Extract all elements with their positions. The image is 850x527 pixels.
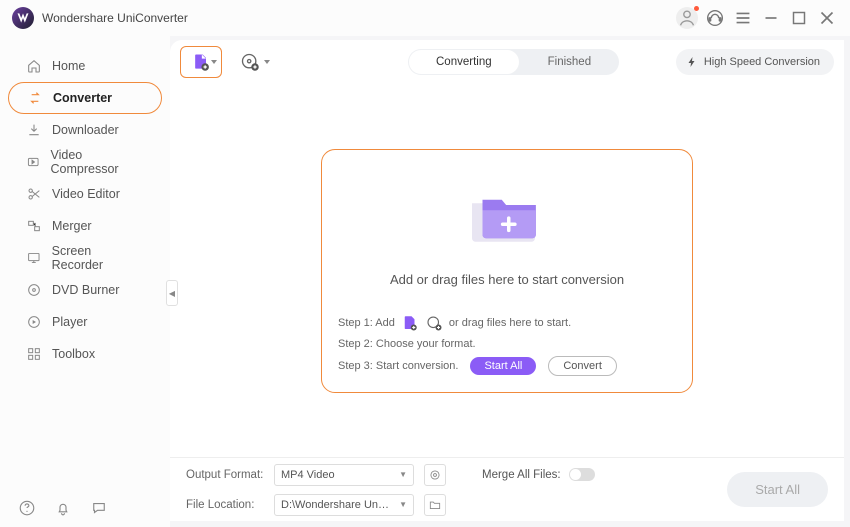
- step-3: Step 3: Start conversion. Start All Conv…: [338, 356, 676, 376]
- output-settings-button[interactable]: [424, 464, 446, 486]
- dropzone[interactable]: Add or drag files here to start conversi…: [321, 149, 693, 393]
- output-format-label: Output Format:: [186, 469, 264, 481]
- dropzone-text: Add or drag files here to start conversi…: [390, 272, 624, 287]
- add-file-button[interactable]: [180, 46, 222, 78]
- toolbar: Converting Finished High Speed Conversio…: [170, 40, 844, 84]
- sidebar-item-label: Player: [52, 315, 87, 329]
- grid-icon: [26, 346, 42, 362]
- sidebar-item-editor[interactable]: Video Editor: [8, 178, 162, 210]
- lightning-icon: [686, 56, 698, 68]
- tab-finished[interactable]: Finished: [520, 49, 619, 75]
- sidebar-item-label: Converter: [53, 91, 112, 105]
- start-all-button[interactable]: Start All: [727, 472, 828, 507]
- output-format-select[interactable]: MP4 Video ▼: [274, 464, 414, 486]
- add-dvd-button[interactable]: [232, 46, 268, 78]
- disc-icon: [26, 282, 42, 298]
- sidebar-item-label: Home: [52, 59, 85, 73]
- notification-dot: [694, 6, 699, 11]
- collapse-sidebar-button[interactable]: ◀: [166, 280, 178, 306]
- maximize-button[interactable]: [788, 7, 810, 29]
- close-button[interactable]: [816, 7, 838, 29]
- open-folder-button[interactable]: [424, 494, 446, 516]
- add-dvd-icon[interactable]: [425, 314, 443, 332]
- sidebar-item-label: Downloader: [52, 123, 119, 137]
- sidebar: Home Converter Downloader Video Compress…: [0, 36, 170, 527]
- account-button[interactable]: [676, 7, 698, 29]
- sidebar-item-merger[interactable]: Merger: [8, 210, 162, 242]
- feedback-button[interactable]: [90, 499, 108, 517]
- sidebar-item-label: Video Editor: [52, 187, 120, 201]
- add-file-icon[interactable]: [401, 314, 419, 332]
- scissors-icon: [26, 186, 42, 202]
- menu-button[interactable]: [732, 7, 754, 29]
- tab-segment: Converting Finished: [408, 49, 619, 75]
- folder-plus-icon: [463, 184, 551, 254]
- step-2: Step 2: Choose your format.: [338, 338, 676, 350]
- chevron-down-icon: ▼: [399, 470, 407, 479]
- file-location-label: File Location:: [186, 499, 264, 511]
- file-location-select[interactable]: D:\Wondershare UniConverter ▼: [274, 494, 414, 516]
- support-button[interactable]: [704, 7, 726, 29]
- sidebar-item-compressor[interactable]: Video Compressor: [8, 146, 162, 178]
- sidebar-item-player[interactable]: Player: [8, 306, 162, 338]
- chevron-down-icon: ▼: [399, 500, 407, 509]
- app-title: Wondershare UniConverter: [42, 11, 188, 25]
- sidebar-item-converter[interactable]: Converter: [8, 82, 162, 114]
- start-all-pill-button[interactable]: Start All: [470, 357, 536, 375]
- hsc-label: High Speed Conversion: [704, 56, 820, 68]
- titlebar: Wondershare UniConverter: [0, 0, 850, 36]
- sidebar-item-label: Toolbox: [52, 347, 95, 361]
- converter-icon: [27, 90, 43, 106]
- main-panel: Converting Finished High Speed Conversio…: [170, 40, 844, 521]
- sidebar-item-label: Video Compressor: [50, 148, 144, 176]
- recorder-icon: [26, 250, 42, 266]
- app-logo: [12, 7, 34, 29]
- minimize-button[interactable]: [760, 7, 782, 29]
- sidebar-item-downloader[interactable]: Downloader: [8, 114, 162, 146]
- sidebar-item-recorder[interactable]: Screen Recorder: [8, 242, 162, 274]
- compressor-icon: [26, 154, 40, 170]
- play-icon: [26, 314, 42, 330]
- sidebar-item-label: Merger: [52, 219, 92, 233]
- footer: Output Format: MP4 Video ▼ Merge All Fil…: [170, 457, 844, 521]
- sidebar-item-toolbox[interactable]: Toolbox: [8, 338, 162, 370]
- merger-icon: [26, 218, 42, 234]
- help-button[interactable]: [18, 499, 36, 517]
- merge-label: Merge All Files:: [482, 469, 561, 481]
- download-icon: [26, 122, 42, 138]
- sidebar-item-label: Screen Recorder: [52, 244, 144, 272]
- tab-converting[interactable]: Converting: [409, 50, 519, 74]
- sidebar-item-home[interactable]: Home: [8, 50, 162, 82]
- high-speed-conversion-button[interactable]: High Speed Conversion: [676, 49, 834, 75]
- notifications-button[interactable]: [54, 499, 72, 517]
- step-1: Step 1: Add or drag files here to start.: [338, 314, 676, 332]
- home-icon: [26, 58, 42, 74]
- convert-pill-button[interactable]: Convert: [548, 356, 617, 376]
- sidebar-item-dvd[interactable]: DVD Burner: [8, 274, 162, 306]
- sidebar-item-label: DVD Burner: [52, 283, 119, 297]
- merge-toggle[interactable]: [569, 468, 595, 481]
